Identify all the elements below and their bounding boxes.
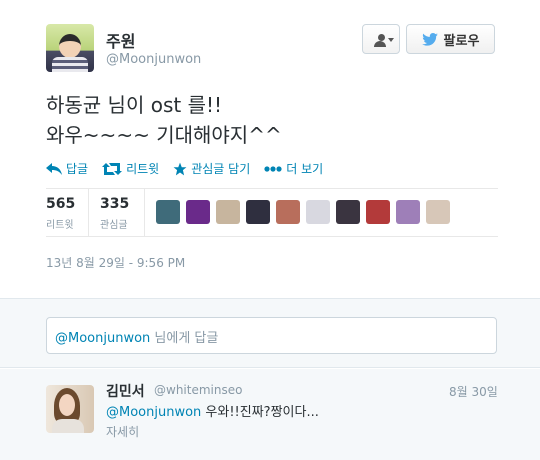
tweet-text: 하동균 님이 ost 를!! 와우~~~~ 기대해야지^^ <box>46 90 516 150</box>
retweet-icon <box>102 162 123 175</box>
retweet-action[interactable]: 리트윗 <box>102 160 159 177</box>
favoriter-avatar[interactable] <box>426 200 450 224</box>
favorite-label: 관심글 담기 <box>191 162 251 176</box>
reply-area: @Moonjunwon 님에게 답글 <box>0 298 540 368</box>
reply-input-mention: @Moonjunwon <box>55 331 151 346</box>
divider <box>46 236 498 237</box>
reply-tweet[interactable]: 김민서 @whiteminseo 8월 30일 @Moonjunwon 우와!!… <box>0 369 540 460</box>
favorite-count-label: 관심글 <box>100 220 128 231</box>
tweet-timestamp[interactable]: 13년 8월 29일 - 9:56 PM <box>46 254 185 271</box>
retweet-count-label: 리트윗 <box>46 220 74 231</box>
more-action[interactable]: 더 보기 <box>264 160 323 177</box>
reply-label: 답글 <box>66 162 89 176</box>
author-handle[interactable]: @Moonjunwon <box>106 52 201 67</box>
follow-button[interactable]: 팔로우 <box>406 24 495 54</box>
favoriter-avatar[interactable] <box>216 200 240 224</box>
favoriters-avatars <box>156 200 450 224</box>
favorite-count-value: 335 <box>100 196 130 212</box>
tweet-actions: 답글 리트윗 관심글 담기 더 보기 <box>46 160 323 177</box>
retweet-count-value: 565 <box>46 196 76 212</box>
favorite-count[interactable]: 335 관심글 <box>100 196 129 231</box>
stat-divider <box>88 188 89 236</box>
reply-mention-link[interactable]: @Moonjunwon <box>106 405 201 420</box>
reply-body: 우와!!진짜?짱이다... <box>201 405 319 420</box>
caret-down-icon <box>388 38 394 42</box>
user-icon-body <box>374 41 386 47</box>
reply-text: @Moonjunwon 우와!!진짜?짱이다... <box>106 401 319 420</box>
user-icon <box>377 33 385 41</box>
reply-author-name[interactable]: 김민서 <box>106 381 145 401</box>
avatar-body <box>52 419 84 433</box>
avatar-shirt <box>52 57 88 72</box>
more-dots-icon <box>264 165 282 172</box>
favoriter-avatar[interactable] <box>336 200 360 224</box>
avatar-face <box>59 394 75 416</box>
retweet-label: 리트윗 <box>126 162 160 176</box>
stat-divider <box>144 188 145 236</box>
reply-author-avatar[interactable] <box>46 385 94 433</box>
more-label: 더 보기 <box>286 162 324 176</box>
tweet-text-line-1: 하동균 님이 ost 를!! <box>46 93 223 117</box>
twitter-bird-icon <box>421 32 438 46</box>
favoriter-avatar[interactable] <box>366 200 390 224</box>
favoriter-avatar[interactable] <box>276 200 300 224</box>
favoriter-avatar[interactable] <box>306 200 330 224</box>
favoriter-avatar[interactable] <box>186 200 210 224</box>
reply-author-handle[interactable]: @whiteminseo <box>154 383 242 397</box>
star-icon <box>173 162 187 175</box>
favoriter-avatar[interactable] <box>246 200 270 224</box>
retweet-count[interactable]: 565 리트윗 <box>46 196 75 231</box>
avatar-face <box>59 34 81 58</box>
reply-timestamp[interactable]: 8월 30일 <box>449 383 498 400</box>
divider <box>46 188 498 189</box>
expand-link[interactable]: 자세히 <box>106 423 139 440</box>
favoriter-avatar[interactable] <box>156 200 180 224</box>
author-avatar[interactable] <box>46 24 94 72</box>
follow-button-label: 팔로우 <box>443 33 480 49</box>
favorite-action[interactable]: 관심글 담기 <box>173 160 250 177</box>
tweet-card: 주원 @Moonjunwon 팔로우 하동균 님이 ost 를!! 와우~~~~… <box>0 0 540 298</box>
user-actions-button[interactable] <box>362 24 400 54</box>
author-name[interactable]: 주원 <box>106 28 135 52</box>
favoriter-avatar[interactable] <box>396 200 420 224</box>
reply-icon <box>46 162 62 175</box>
reply-input[interactable]: @Moonjunwon 님에게 답글 <box>46 317 497 354</box>
reply-input-placeholder: 님에게 답글 <box>150 331 219 346</box>
reply-action[interactable]: 답글 <box>46 160 88 177</box>
tweet-text-line-2: 와우~~~~ 기대해야지^^ <box>46 123 282 147</box>
